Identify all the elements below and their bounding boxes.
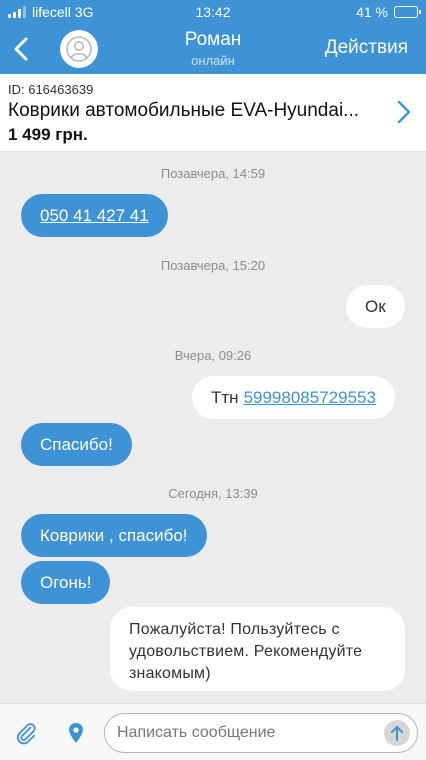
message-incoming: Спасибо! — [21, 423, 132, 466]
product-card[interactable]: ID: 616463639 Коврики автомобильные EVA-… — [0, 74, 426, 152]
date-separator: Позавчера, 15:20 — [160, 258, 266, 273]
message-text: Ттн — [211, 387, 239, 407]
date-separator: Позавчера, 14:59 — [160, 166, 266, 181]
message-text: Огонь! — [40, 572, 92, 592]
product-name: Коврики автомобильные EVA-Hyundai... — [8, 100, 359, 121]
battery-percent: 41 % — [356, 4, 388, 20]
status-right: 41 % — [356, 4, 421, 20]
message-line: знакомым) — [129, 665, 211, 682]
paperclip-icon[interactable] — [14, 721, 38, 745]
phone-link[interactable]: 050 41 427 41 — [40, 206, 149, 226]
message-outgoing: Ттн 59998085729553 — [192, 376, 395, 419]
message-input[interactable] — [104, 713, 418, 753]
battery-icon — [394, 6, 421, 18]
message-line: Пожалуйста! Пользуйтесь с — [129, 621, 340, 638]
status-bar: lifecell 3G 13:42 41 % — [0, 0, 426, 24]
tracking-number-link[interactable]: 59998085729553 — [244, 388, 376, 408]
message-outgoing: Пожалуйста! Пользуйтесь с удовольствием.… — [110, 607, 405, 691]
message-text: Коврики , спасибо! — [40, 525, 188, 545]
message-composer — [0, 703, 426, 760]
product-id: ID: 616463639 — [8, 82, 94, 97]
message-incoming: Коврики , спасибо! — [21, 514, 207, 557]
actions-button[interactable]: Действия — [325, 37, 408, 59]
message-text: Ок — [365, 296, 386, 316]
message-outgoing: Ок — [346, 285, 405, 328]
message-incoming: 050 41 427 41 — [21, 194, 168, 237]
chevron-right-icon — [397, 100, 411, 124]
date-separator: Сегодня, 13:39 — [168, 486, 258, 501]
product-price: 1 499 грн. — [8, 125, 88, 144]
nav-bar: Роман онлайн Действия — [0, 24, 426, 74]
arrow-up-icon — [391, 726, 403, 741]
send-button[interactable] — [384, 720, 410, 746]
date-separator: Вчера, 09:26 — [174, 348, 252, 363]
location-icon[interactable] — [66, 722, 86, 744]
message-line: удовольствием. Рекомендуйте — [129, 643, 363, 660]
message-incoming: Огонь! — [21, 561, 111, 604]
message-text: Спасибо! — [40, 434, 113, 454]
